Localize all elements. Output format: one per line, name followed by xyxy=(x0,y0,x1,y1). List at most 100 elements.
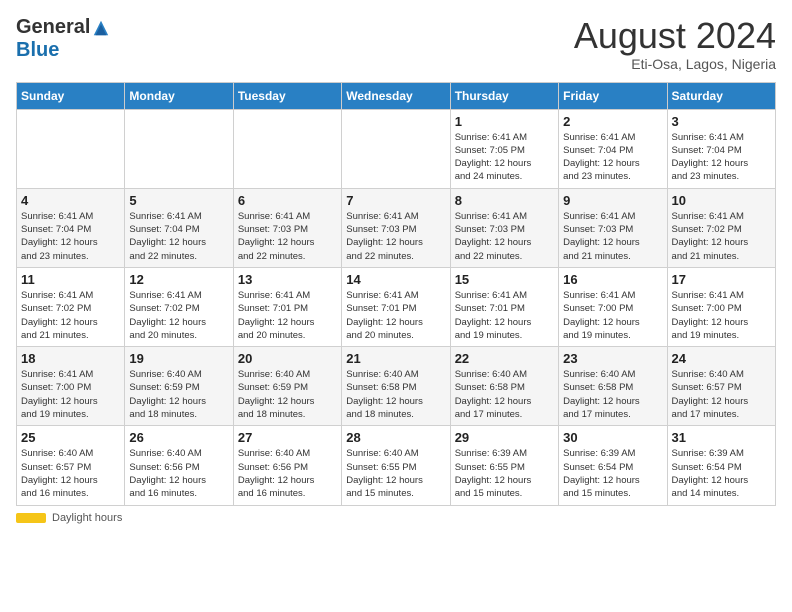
calendar-week-row: 4 Sunrise: 6:41 AM Sunset: 7:04 PM Daylig… xyxy=(17,188,776,267)
calendar-day-header: Friday xyxy=(559,82,667,109)
day-info: Sunrise: 6:39 AM Sunset: 6:55 PM Dayligh… xyxy=(455,447,554,500)
day-number: 1 xyxy=(455,114,554,129)
day-info: Sunrise: 6:40 AM Sunset: 6:59 PM Dayligh… xyxy=(129,368,228,421)
day-number: 26 xyxy=(129,430,228,445)
day-number: 10 xyxy=(672,193,771,208)
calendar-cell: 18 Sunrise: 6:41 AM Sunset: 7:00 PM Dayli… xyxy=(17,347,125,426)
calendar-week-row: 11Sunrise: 6:41 AM Sunset: 7:02 PM Dayli… xyxy=(17,267,776,346)
day-number: 9 xyxy=(563,193,662,208)
calendar-cell: 7 Sunrise: 6:41 AM Sunset: 7:03 PM Daylig… xyxy=(342,188,450,267)
day-info: Sunrise: 6:41 AM Sunset: 7:02 PM Dayligh… xyxy=(129,289,228,342)
calendar-cell xyxy=(342,109,450,188)
day-info: Sunrise: 6:41 AM Sunset: 7:04 PM Dayligh… xyxy=(563,131,662,184)
day-number: 12 xyxy=(129,272,228,287)
calendar-week-row: 25Sunrise: 6:40 AM Sunset: 6:57 PM Dayli… xyxy=(17,426,776,505)
day-info: Sunrise: 6:41 AM Sunset: 7:01 PM Dayligh… xyxy=(455,289,554,342)
day-info: Sunrise: 6:40 AM Sunset: 6:59 PM Dayligh… xyxy=(238,368,337,421)
day-number: 25 xyxy=(21,430,120,445)
day-info: Sunrise: 6:40 AM Sunset: 6:55 PM Dayligh… xyxy=(346,447,445,500)
calendar-cell: 6 Sunrise: 6:41 AM Sunset: 7:03 PM Daylig… xyxy=(233,188,341,267)
day-number: 18 xyxy=(21,351,120,366)
calendar-cell xyxy=(125,109,233,188)
calendar-cell: 23Sunrise: 6:40 AM Sunset: 6:58 PM Dayli… xyxy=(559,347,667,426)
day-info: Sunrise: 6:41 AM Sunset: 7:01 PM Dayligh… xyxy=(238,289,337,342)
day-info: Sunrise: 6:41 AM Sunset: 7:00 PM Dayligh… xyxy=(563,289,662,342)
day-number: 28 xyxy=(346,430,445,445)
calendar-cell: 22Sunrise: 6:40 AM Sunset: 6:58 PM Dayli… xyxy=(450,347,558,426)
calendar-day-header: Saturday xyxy=(667,82,775,109)
title-section: August 2024 Eti-Osa, Lagos, Nigeria xyxy=(574,16,776,72)
calendar-cell: 16 Sunrise: 6:41 AM Sunset: 7:00 PM Dayli… xyxy=(559,267,667,346)
day-info: Sunrise: 6:41 AM Sunset: 7:00 PM Dayligh… xyxy=(21,368,120,421)
page-header: General Blue August 2024 Eti-Osa, Lagos,… xyxy=(16,16,776,72)
footer-note: Daylight hours xyxy=(16,512,776,524)
calendar-day-header: Monday xyxy=(125,82,233,109)
calendar-cell xyxy=(17,109,125,188)
calendar-day-header: Tuesday xyxy=(233,82,341,109)
calendar-cell: 13 Sunrise: 6:41 AM Sunset: 7:01 PM Dayli… xyxy=(233,267,341,346)
logo-general-text: General xyxy=(16,16,90,39)
day-info: Sunrise: 6:41 AM Sunset: 7:01 PM Dayligh… xyxy=(346,289,445,342)
day-info: Sunrise: 6:40 AM Sunset: 6:57 PM Dayligh… xyxy=(672,368,771,421)
logo-blue-text: Blue xyxy=(16,39,59,62)
logo: General Blue xyxy=(16,16,110,62)
day-info: Sunrise: 6:41 AM Sunset: 7:03 PM Dayligh… xyxy=(238,210,337,263)
day-info: Sunrise: 6:41 AM Sunset: 7:02 PM Dayligh… xyxy=(672,210,771,263)
calendar-cell: 21 Sunrise: 6:40 AM Sunset: 6:58 PM Dayli… xyxy=(342,347,450,426)
day-number: 3 xyxy=(672,114,771,129)
calendar-cell: 28 Sunrise: 6:40 AM Sunset: 6:55 PM Dayli… xyxy=(342,426,450,505)
day-number: 5 xyxy=(129,193,228,208)
calendar-cell: 1Sunrise: 6:41 AM Sunset: 7:05 PM Daylig… xyxy=(450,109,558,188)
calendar-cell: 19 Sunrise: 6:40 AM Sunset: 6:59 PM Dayli… xyxy=(125,347,233,426)
calendar-cell: 12 Sunrise: 6:41 AM Sunset: 7:02 PM Dayli… xyxy=(125,267,233,346)
calendar-cell: 24 Sunrise: 6:40 AM Sunset: 6:57 PM Dayli… xyxy=(667,347,775,426)
calendar-cell: 4 Sunrise: 6:41 AM Sunset: 7:04 PM Daylig… xyxy=(17,188,125,267)
calendar-cell: 20Sunrise: 6:40 AM Sunset: 6:59 PM Dayli… xyxy=(233,347,341,426)
location-subtitle: Eti-Osa, Lagos, Nigeria xyxy=(574,56,776,72)
calendar-week-row: 18 Sunrise: 6:41 AM Sunset: 7:00 PM Dayli… xyxy=(17,347,776,426)
logo-icon xyxy=(92,19,110,37)
calendar-cell: 10 Sunrise: 6:41 AM Sunset: 7:02 PM Dayli… xyxy=(667,188,775,267)
day-number: 8 xyxy=(455,193,554,208)
day-number: 24 xyxy=(672,351,771,366)
day-info: Sunrise: 6:39 AM Sunset: 6:54 PM Dayligh… xyxy=(563,447,662,500)
day-number: 19 xyxy=(129,351,228,366)
day-info: Sunrise: 6:40 AM Sunset: 6:58 PM Dayligh… xyxy=(563,368,662,421)
calendar-cell xyxy=(233,109,341,188)
calendar-day-header: Wednesday xyxy=(342,82,450,109)
day-number: 16 xyxy=(563,272,662,287)
day-number: 29 xyxy=(455,430,554,445)
month-title: August 2024 xyxy=(574,16,776,56)
day-info: Sunrise: 6:40 AM Sunset: 6:58 PM Dayligh… xyxy=(346,368,445,421)
day-info: Sunrise: 6:39 AM Sunset: 6:54 PM Dayligh… xyxy=(672,447,771,500)
day-number: 14 xyxy=(346,272,445,287)
calendar-cell: 25Sunrise: 6:40 AM Sunset: 6:57 PM Dayli… xyxy=(17,426,125,505)
day-number: 15 xyxy=(455,272,554,287)
calendar-week-row: 1Sunrise: 6:41 AM Sunset: 7:05 PM Daylig… xyxy=(17,109,776,188)
day-info: Sunrise: 6:41 AM Sunset: 7:03 PM Dayligh… xyxy=(346,210,445,263)
calendar-cell: 9 Sunrise: 6:41 AM Sunset: 7:03 PM Daylig… xyxy=(559,188,667,267)
day-number: 21 xyxy=(346,351,445,366)
day-number: 13 xyxy=(238,272,337,287)
day-number: 7 xyxy=(346,193,445,208)
calendar-cell: 3Sunrise: 6:41 AM Sunset: 7:04 PM Daylig… xyxy=(667,109,775,188)
day-info: Sunrise: 6:41 AM Sunset: 7:03 PM Dayligh… xyxy=(563,210,662,263)
calendar-cell: 29 Sunrise: 6:39 AM Sunset: 6:55 PM Dayli… xyxy=(450,426,558,505)
day-number: 4 xyxy=(21,193,120,208)
day-info: Sunrise: 6:40 AM Sunset: 6:56 PM Dayligh… xyxy=(129,447,228,500)
day-info: Sunrise: 6:41 AM Sunset: 7:00 PM Dayligh… xyxy=(672,289,771,342)
calendar-cell: 17 Sunrise: 6:41 AM Sunset: 7:00 PM Dayli… xyxy=(667,267,775,346)
calendar-header-row: SundayMondayTuesdayWednesdayThursdayFrid… xyxy=(17,82,776,109)
calendar-cell: 2 Sunrise: 6:41 AM Sunset: 7:04 PM Daylig… xyxy=(559,109,667,188)
day-info: Sunrise: 6:41 AM Sunset: 7:04 PM Dayligh… xyxy=(21,210,120,263)
calendar-table: SundayMondayTuesdayWednesdayThursdayFrid… xyxy=(16,82,776,506)
calendar-cell: 31Sunrise: 6:39 AM Sunset: 6:54 PM Dayli… xyxy=(667,426,775,505)
day-number: 17 xyxy=(672,272,771,287)
day-info: Sunrise: 6:41 AM Sunset: 7:03 PM Dayligh… xyxy=(455,210,554,263)
calendar-cell: 26 Sunrise: 6:40 AM Sunset: 6:56 PM Dayli… xyxy=(125,426,233,505)
day-number: 2 xyxy=(563,114,662,129)
day-number: 6 xyxy=(238,193,337,208)
calendar-cell: 27Sunrise: 6:40 AM Sunset: 6:56 PM Dayli… xyxy=(233,426,341,505)
day-info: Sunrise: 6:41 AM Sunset: 7:04 PM Dayligh… xyxy=(129,210,228,263)
calendar-cell: 15 Sunrise: 6:41 AM Sunset: 7:01 PM Dayli… xyxy=(450,267,558,346)
